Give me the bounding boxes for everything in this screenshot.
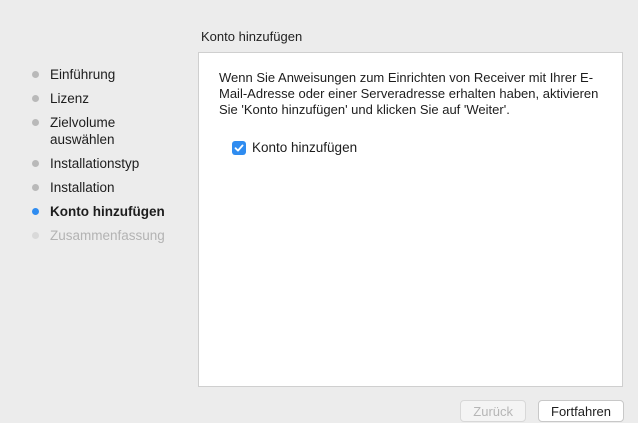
sidebar-step-installation: Installation — [0, 179, 195, 196]
continue-button[interactable]: Fortfahren — [538, 400, 624, 422]
sidebar-step-installationstyp: Installationstyp — [0, 155, 195, 172]
sidebar-step-zielvolume: Zielvolume auswählen — [0, 114, 130, 148]
step-label: Installationstyp — [50, 156, 140, 171]
step-label: Installation — [50, 180, 115, 195]
back-button[interactable]: Zurück — [460, 400, 527, 422]
step-done-dot-icon — [32, 160, 39, 167]
sidebar-step-einfuehrung: Einführung — [0, 66, 195, 83]
step-done-dot-icon — [32, 184, 39, 191]
add-account-checkbox-label: Konto hinzufügen — [252, 140, 358, 155]
step-label: Einführung — [50, 67, 116, 82]
step-label: Zusammenfassung — [50, 228, 165, 243]
instructions-text: Wenn Sie Anweisungen zum Einrichten von … — [219, 70, 599, 117]
sidebar-step-zusammenfassung: Zusammenfassung — [0, 227, 195, 244]
step-label: Zielvolume auswählen — [50, 115, 116, 147]
footer-buttons: Zurück Fortfahren — [460, 400, 624, 422]
step-active-dot-icon — [32, 208, 39, 215]
sidebar-step-lizenz: Lizenz — [0, 90, 195, 107]
sidebar-step-konto-hinzufuegen: Konto hinzufügen — [0, 203, 195, 220]
add-account-checkbox-row[interactable]: Konto hinzufügen — [232, 140, 357, 155]
steps-sidebar: Einführung Lizenz Zielvolume auswählen I… — [0, 66, 195, 251]
step-done-dot-icon — [32, 95, 39, 102]
content-panel: Wenn Sie Anweisungen zum Einrichten von … — [198, 52, 623, 387]
step-done-dot-icon — [32, 71, 39, 78]
add-account-checkbox[interactable] — [232, 140, 246, 155]
step-done-dot-icon — [32, 119, 39, 126]
step-label: Lizenz — [50, 91, 90, 106]
step-label: Konto hinzufügen — [50, 204, 165, 219]
section-title: Konto hinzufügen — [201, 29, 303, 44]
checkmark-icon — [234, 144, 244, 151]
step-pending-dot-icon — [32, 232, 39, 239]
